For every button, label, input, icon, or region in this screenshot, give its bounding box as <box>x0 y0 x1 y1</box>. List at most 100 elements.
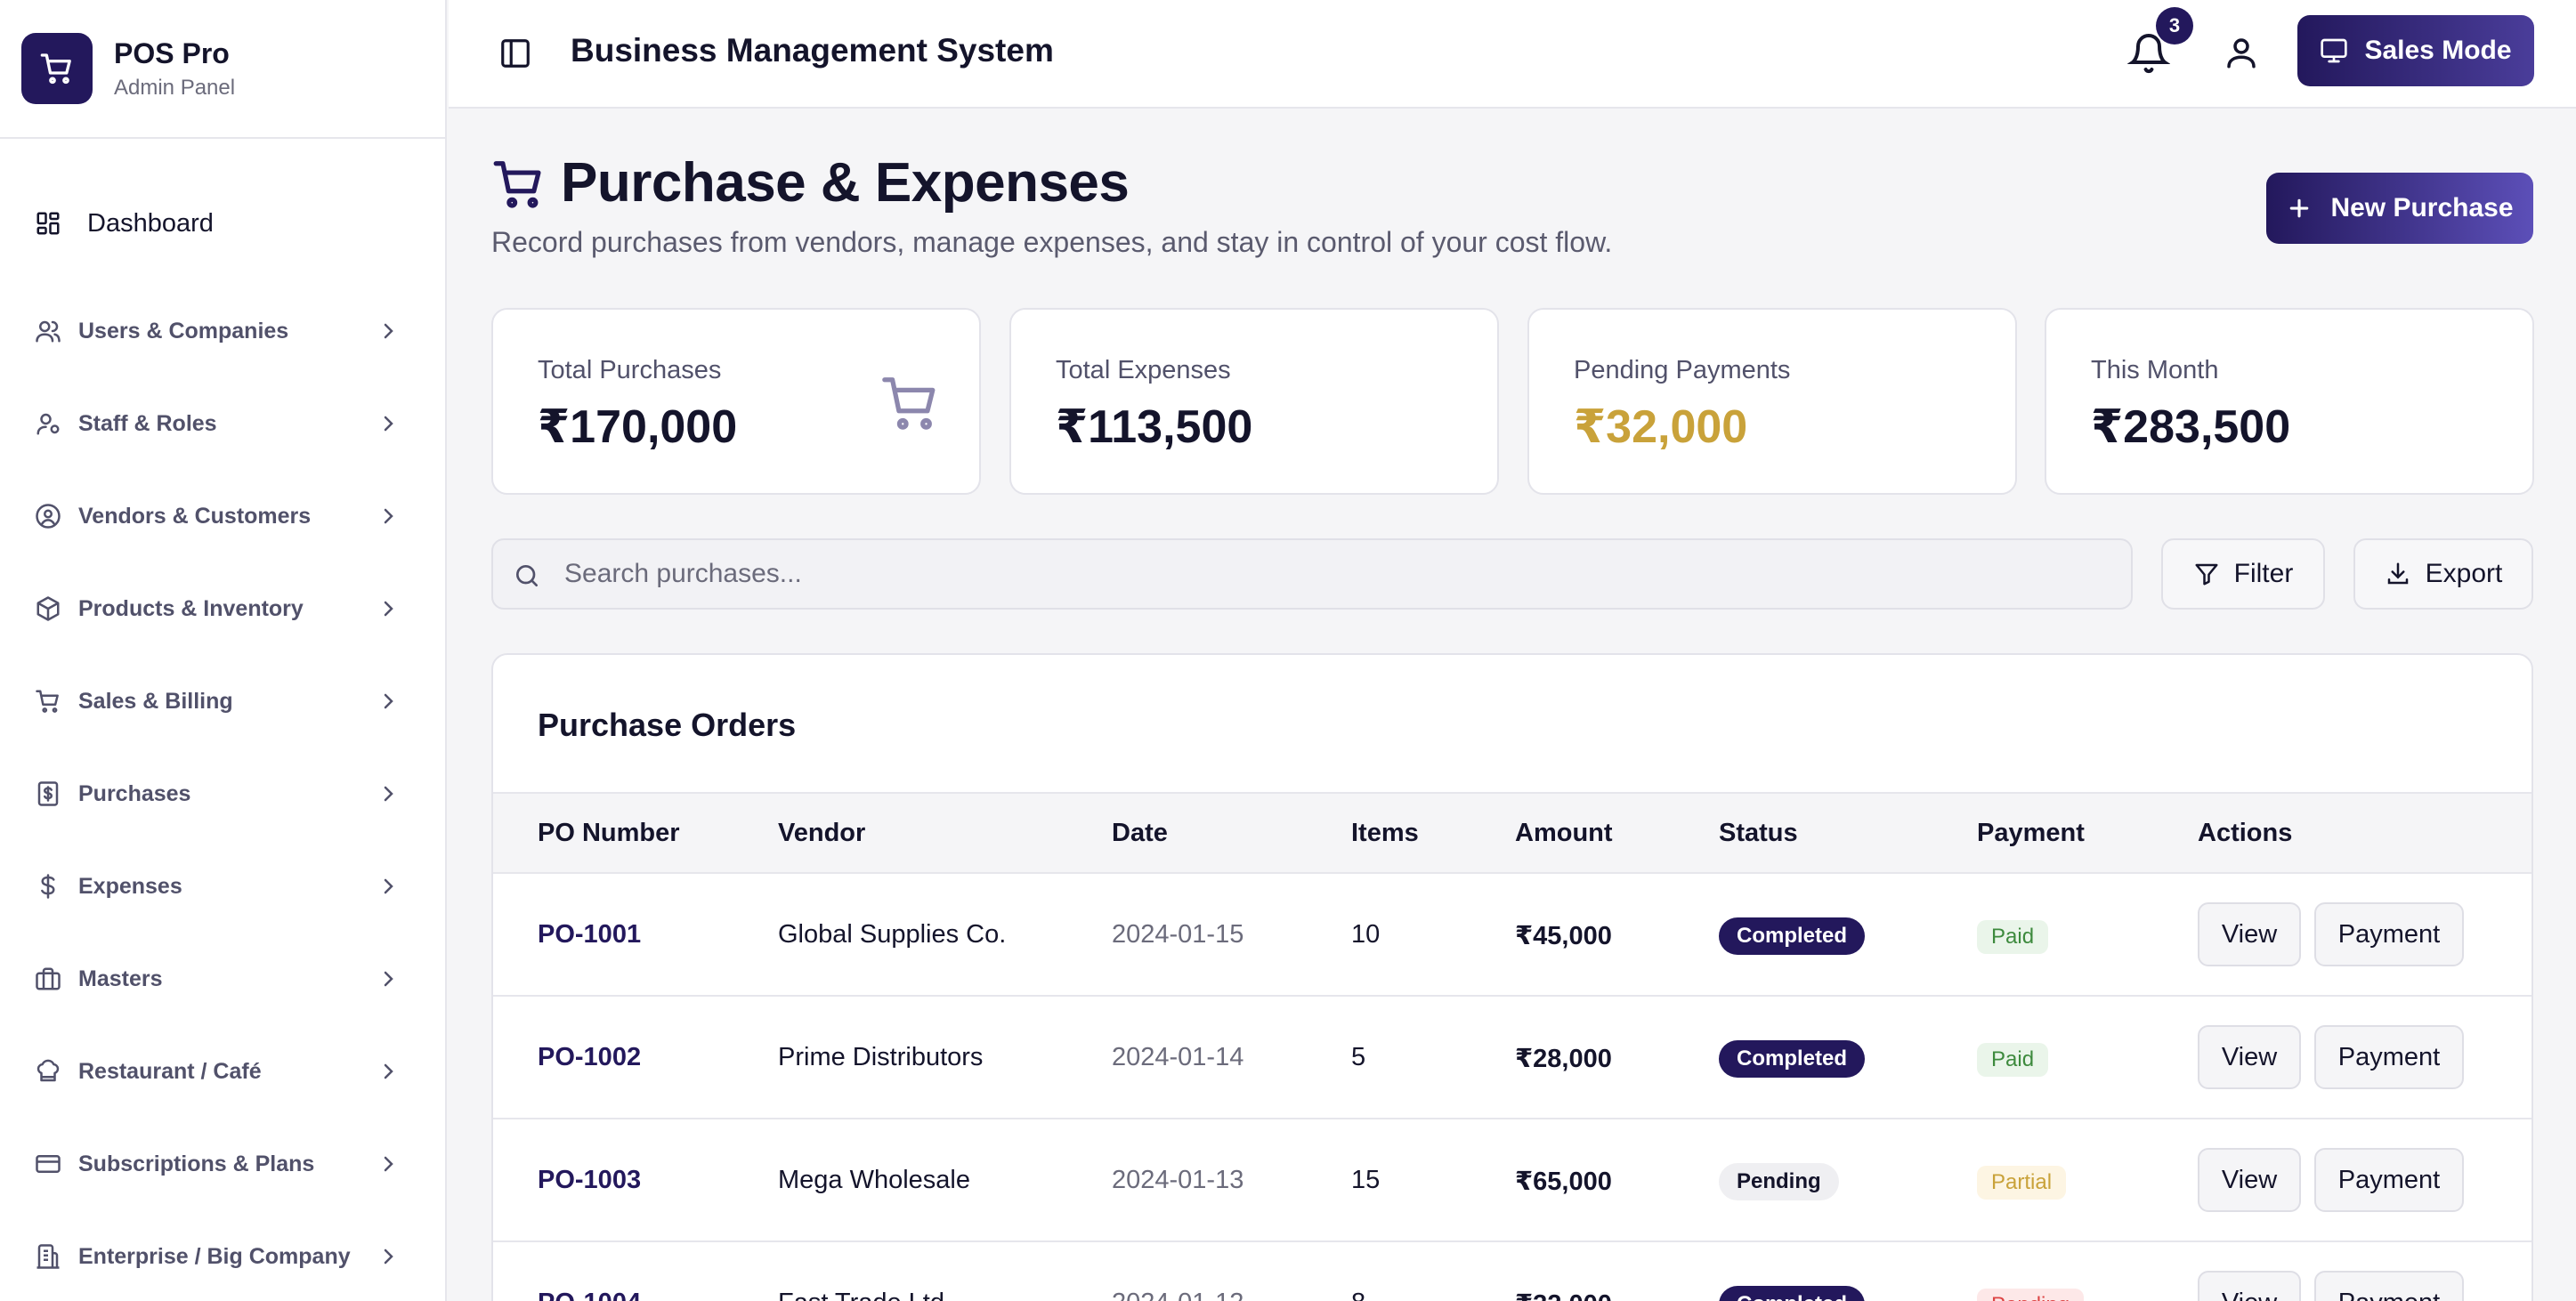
po-number-link[interactable]: PO-1004 <box>538 1289 641 1301</box>
cart-icon <box>34 687 62 715</box>
date-cell: 2024-01-12 <box>1112 1289 1243 1301</box>
payment-badge: Paid <box>1977 1043 2049 1077</box>
column-header[interactable]: Status <box>1719 819 1798 848</box>
sidebar-item-users-companies[interactable]: Users & Companies <box>0 285 445 377</box>
export-button[interactable]: Export <box>2353 538 2533 610</box>
new-purchase-label: New Purchase <box>2330 193 2514 222</box>
stat-value: ₹283,500 <box>2091 401 2291 453</box>
po-number-link[interactable]: PO-1001 <box>538 920 641 949</box>
sidebar-toggle-icon[interactable] <box>498 36 532 70</box>
new-purchase-button[interactable]: New Purchase <box>2266 173 2533 244</box>
amount-cell: ₹28,000 <box>1515 1045 1612 1073</box>
column-header[interactable]: PO Number <box>538 819 680 848</box>
amount-cell: ₹45,000 <box>1515 922 1612 950</box>
status-badge: Completed <box>1719 1286 1866 1301</box>
sales-mode-button[interactable]: Sales Mode <box>2297 15 2534 86</box>
items-cell: 8 <box>1351 1289 1365 1301</box>
brand[interactable]: POS Pro Admin Panel <box>0 0 445 139</box>
sidebar-item-masters[interactable]: Masters <box>0 933 445 1025</box>
table-row: PO-1004 Fast Trade Ltd. 2024-01-12 8 ₹32… <box>493 1242 2531 1301</box>
chevron-right-icon <box>384 416 393 432</box>
sidebar-item-dashboard[interactable]: Dashboard <box>0 185 445 262</box>
column-header[interactable]: Vendor <box>778 819 865 848</box>
status-badge: Completed <box>1719 917 1866 955</box>
column-header[interactable]: Items <box>1351 819 1419 848</box>
brand-name: POS Pro <box>114 36 230 69</box>
column-header[interactable]: Payment <box>1977 819 2085 848</box>
sidebar-item-expenses[interactable]: Expenses <box>0 840 445 933</box>
status-badge: Pending <box>1719 1163 1839 1200</box>
payment-button[interactable]: Payment <box>2314 1148 2464 1212</box>
amount-cell: ₹65,000 <box>1515 1168 1612 1196</box>
sidebar-item-restaurant-cafe[interactable]: Restaurant / Café <box>0 1025 445 1118</box>
plus-icon <box>2290 198 2309 218</box>
sidebar-item-subscriptions-plans[interactable]: Subscriptions & Plans <box>0 1118 445 1210</box>
sidebar-item-vendors-customers[interactable]: Vendors & Customers <box>0 470 445 562</box>
package-icon <box>34 594 62 623</box>
payment-button[interactable]: Payment <box>2314 902 2464 966</box>
stat-card-pending-payments: Pending Payments ₹32,000 <box>1527 308 2017 495</box>
items-cell: 5 <box>1351 1043 1366 1071</box>
vendor-cell: Mega Wholesale <box>778 1166 970 1194</box>
receipt-icon <box>34 780 62 808</box>
po-number-link[interactable]: PO-1002 <box>538 1043 641 1072</box>
cart-icon <box>40 53 71 85</box>
user-icon[interactable] <box>2223 34 2260 71</box>
sidebar-item-staff-roles[interactable]: Staff & Roles <box>0 377 445 470</box>
items-cell: 10 <box>1351 920 1381 949</box>
payment-button[interactable]: Payment <box>2314 1025 2464 1089</box>
column-header[interactable]: Actions <box>2198 819 2292 848</box>
briefcase-icon <box>34 965 62 993</box>
stat-label: Total Purchases <box>538 356 722 384</box>
date-cell: 2024-01-15 <box>1112 920 1244 949</box>
sidebar-item-label: Enterprise / Big Company <box>78 1243 351 1269</box>
column-header[interactable]: Amount <box>1515 819 1613 848</box>
cart-icon <box>882 377 936 430</box>
vendor-cell: Prime Distributors <box>778 1043 984 1071</box>
view-button[interactable]: View <box>2198 902 2301 966</box>
chevron-right-icon <box>384 1156 393 1172</box>
chevron-right-icon <box>384 1248 393 1265</box>
sidebar-item-products-inventory[interactable]: Products & Inventory <box>0 562 445 655</box>
sidebar-item-purchases[interactable]: Purchases <box>0 747 445 840</box>
app-title: Business Management System <box>571 32 1054 69</box>
stat-value: ₹113,500 <box>1056 401 1253 453</box>
users-icon <box>34 317 62 345</box>
payment-button[interactable]: Payment <box>2314 1271 2464 1301</box>
amount-cell: ₹32,000 <box>1515 1289 1612 1301</box>
search-bar <box>491 538 2133 610</box>
notification-badge: 3 <box>2156 7 2193 44</box>
brand-subtitle: Admin Panel <box>114 75 236 100</box>
view-button[interactable]: View <box>2198 1025 2301 1089</box>
sidebar-item-label: Dashboard <box>87 208 214 238</box>
sidebar-item-sales-billing[interactable]: Sales & Billing <box>0 655 445 747</box>
sidebar-item-enterprise[interactable]: Enterprise / Big Company <box>0 1210 445 1301</box>
column-header[interactable]: Date <box>1112 819 1168 848</box>
search-input[interactable] <box>564 553 2095 595</box>
chevron-right-icon <box>384 508 393 524</box>
payment-badge: Pending <box>1977 1289 2085 1301</box>
chevron-right-icon <box>384 1063 393 1079</box>
view-button[interactable]: View <box>2198 1271 2301 1301</box>
building-icon <box>34 1242 62 1271</box>
sidebar-item-label: Vendors & Customers <box>78 503 312 529</box>
user-circle-icon <box>34 502 62 530</box>
date-cell: 2024-01-14 <box>1112 1043 1244 1071</box>
filter-icon <box>2195 563 2218 586</box>
sidebar: POS Pro Admin Panel Dashboard Users & Co… <box>0 0 447 1301</box>
date-cell: 2024-01-13 <box>1112 1166 1244 1194</box>
po-number-link[interactable]: PO-1003 <box>538 1166 641 1195</box>
chevron-right-icon <box>384 601 393 617</box>
payment-badge: Partial <box>1977 1166 2067 1200</box>
stat-label: Total Expenses <box>1056 356 1231 384</box>
payment-badge: Paid <box>1977 920 2049 954</box>
chevron-right-icon <box>384 323 393 339</box>
sidebar-item-label: Restaurant / Café <box>78 1058 262 1084</box>
stat-value: ₹170,000 <box>538 401 738 453</box>
chevron-right-icon <box>384 693 393 709</box>
table-title: Purchase Orders <box>538 707 797 743</box>
sidebar-item-label: Expenses <box>78 873 182 899</box>
filter-button[interactable]: Filter <box>2161 538 2325 610</box>
view-button[interactable]: View <box>2198 1148 2301 1212</box>
sidebar-item-label: Purchases <box>78 780 191 806</box>
